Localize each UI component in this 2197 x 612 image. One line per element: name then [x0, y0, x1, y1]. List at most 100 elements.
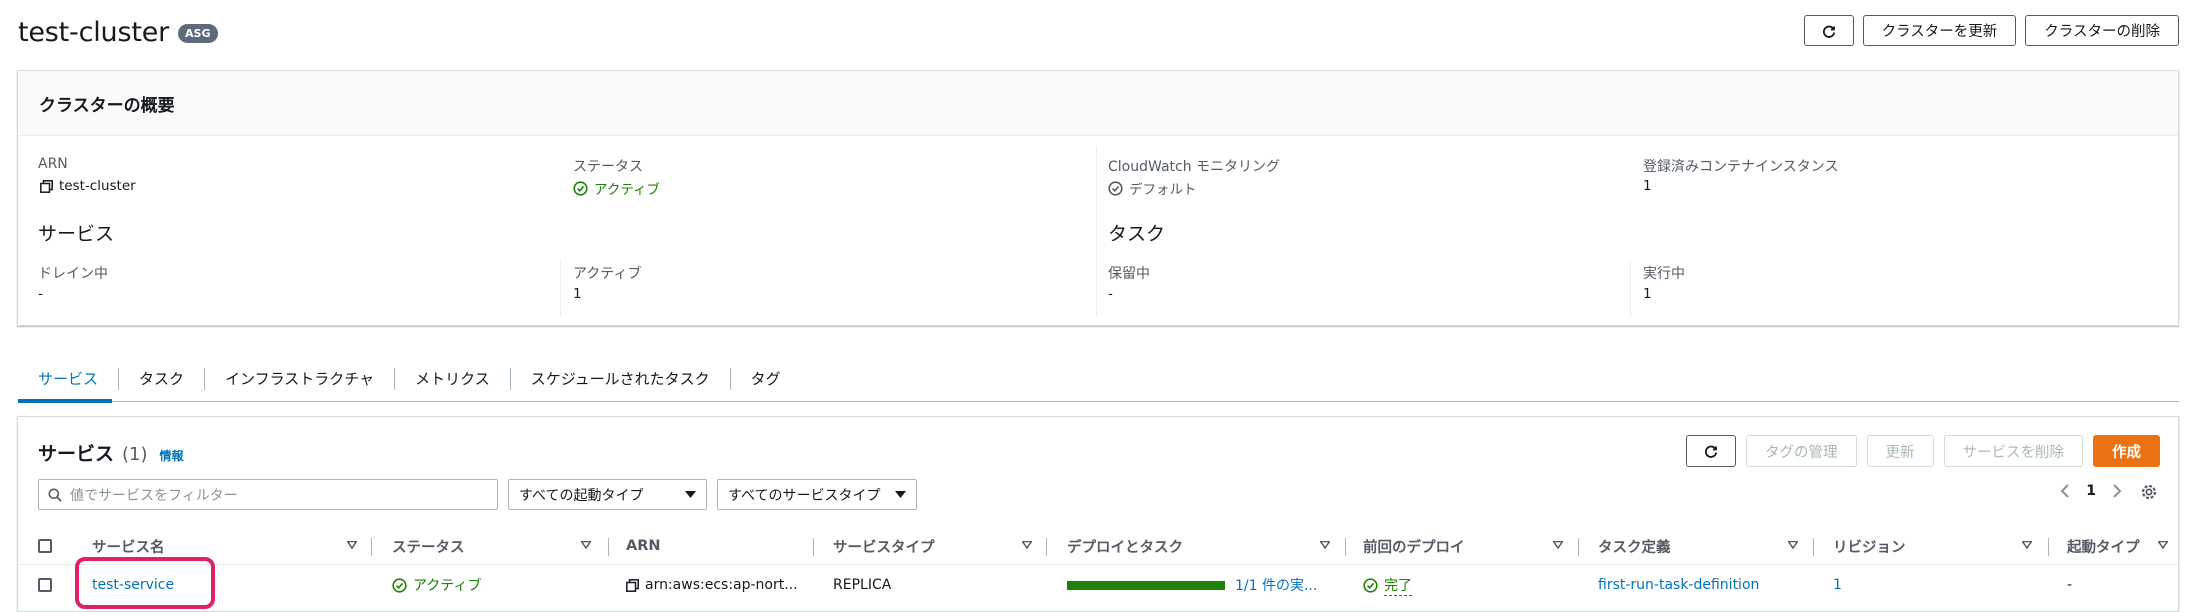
chevron-right-icon[interactable]	[2112, 483, 2122, 499]
sort-caret-icon[interactable]	[1788, 541, 1798, 549]
cluster-tabs: サービス タスク インフラストラクチャ メトリクス スケジュールされたタスク タ…	[18, 356, 2179, 402]
copy-icon[interactable]	[626, 578, 639, 592]
deployment-progress-bar	[1067, 580, 1225, 590]
cluster-overview-panel: クラスターの概要 ARN test-cluster ステータス アクティブ Cl…	[17, 70, 2179, 326]
pagination: 1	[2060, 483, 2122, 499]
delete-service-button[interactable]: サービスを削除	[1943, 435, 2083, 467]
cloudwatch-value: デフォルト	[1108, 178, 1197, 198]
column-separator[interactable]	[2048, 538, 2049, 556]
service-type-value: すべてのサービスタイプ	[728, 487, 881, 504]
column-header-revision[interactable]: リビジョン	[1833, 527, 1906, 565]
asg-badge: ASG	[178, 23, 218, 43]
column-header-arn[interactable]: ARN	[626, 527, 661, 565]
tab-metrics[interactable]: メトリクス	[394, 367, 510, 390]
active-label: アクティブ	[573, 266, 642, 282]
overview-title: クラスターの概要	[39, 95, 175, 116]
tab-tags[interactable]: タグ	[729, 367, 801, 390]
sort-caret-icon[interactable]	[347, 541, 357, 549]
table-header: サービス名 ステータス ARN サービスタイプ デプロイとタスク 前回のデプロイ…	[18, 527, 2178, 565]
pending-value: -	[1108, 286, 1113, 302]
column-header-last-deployment[interactable]: 前回のデプロイ	[1363, 527, 1465, 565]
service-arn: arn:aws:ecs:ap-nort...	[626, 565, 798, 605]
page-title: test-cluster	[18, 16, 170, 48]
update-service-button[interactable]: 更新	[1866, 435, 1934, 467]
row-select-cell	[38, 565, 52, 605]
caret-down-icon	[895, 490, 906, 498]
chevron-left-icon[interactable]	[2060, 483, 2070, 499]
service-status: アクティブ	[392, 565, 481, 605]
service-type-select[interactable]: すべてのサービスタイプ	[717, 479, 917, 510]
column-header-status[interactable]: ステータス	[392, 527, 465, 565]
service-arn-text: arn:aws:ecs:ap-nort...	[645, 577, 798, 593]
services-panel: サービス (1) 情報 タグの管理 更新 サービスを削除 作成 値でサービスをフ…	[17, 416, 2179, 612]
arn-text: test-cluster	[59, 178, 136, 194]
column-header-launch-type[interactable]: 起動タイプ	[2067, 527, 2140, 565]
sort-caret-icon[interactable]	[1553, 541, 1563, 549]
column-separator[interactable]	[1578, 538, 1579, 556]
column-header-task-definition[interactable]: タスク定義	[1598, 527, 1671, 565]
tab-tasks[interactable]: タスク	[118, 367, 204, 390]
cloudwatch-text: デフォルト	[1129, 182, 1197, 198]
sort-caret-icon[interactable]	[2158, 541, 2168, 549]
running-value: 1	[1643, 286, 1652, 302]
cloudwatch-label: CloudWatch モニタリング	[1108, 159, 1281, 175]
refresh-services-button[interactable]	[1686, 435, 1736, 467]
arn-value: test-cluster	[40, 178, 136, 194]
check-circle-icon	[1363, 577, 1378, 593]
services-title: サービス (1) 情報	[38, 439, 184, 466]
service-filter-input[interactable]: 値でサービスをフィルター	[38, 479, 498, 510]
row-checkbox[interactable]	[38, 578, 52, 592]
refresh-cluster-button[interactable]	[1803, 15, 1854, 46]
deployment-tasks-link[interactable]: 1/1 件の実...	[1235, 575, 1317, 595]
column-header-service-type[interactable]: サービスタイプ	[833, 527, 935, 565]
select-all-checkbox[interactable]	[38, 539, 52, 553]
pending-label: 保留中	[1108, 266, 1150, 282]
arn-label: ARN	[38, 156, 68, 172]
status-text: アクティブ	[594, 182, 661, 198]
column-separator[interactable]	[371, 538, 372, 556]
last-deployment-text[interactable]: 完了	[1384, 575, 1412, 596]
caret-down-icon	[685, 490, 696, 498]
services-count: (1)	[122, 444, 148, 465]
services-title-text: サービス	[38, 443, 115, 465]
column-header-deployments-tasks[interactable]: デプロイとタスク	[1067, 527, 1183, 565]
sort-caret-icon[interactable]	[581, 541, 591, 549]
column-separator[interactable]	[608, 538, 609, 556]
delete-cluster-button[interactable]: クラスターの削除	[2025, 15, 2179, 46]
column-separator[interactable]	[1345, 538, 1346, 556]
highlight-annotation	[75, 557, 215, 609]
gear-icon[interactable]	[2140, 483, 2158, 501]
manage-tags-button[interactable]: タグの管理	[1746, 435, 1857, 467]
sort-caret-icon[interactable]	[1320, 541, 1330, 549]
check-circle-icon	[1108, 180, 1123, 196]
services-actions: タグの管理 更新 サービスを削除 作成	[1686, 435, 2160, 467]
sort-caret-icon[interactable]	[1022, 541, 1032, 549]
revision-link[interactable]: 1	[1833, 565, 1842, 605]
column-separator[interactable]	[1046, 538, 1047, 556]
tasks-section-title: タスク	[1108, 223, 1166, 245]
task-definition-link[interactable]: first-run-task-definition	[1598, 565, 1759, 605]
column-divider	[560, 261, 561, 316]
tab-services[interactable]: サービス	[18, 368, 118, 390]
sort-caret-icon[interactable]	[2022, 541, 2032, 549]
column-separator[interactable]	[1813, 538, 1814, 556]
copy-icon[interactable]	[40, 179, 53, 193]
page-number[interactable]: 1	[2086, 483, 2096, 499]
running-label: 実行中	[1643, 266, 1685, 282]
launch-type-value: すべての起動タイプ	[519, 487, 644, 504]
launch-type-select[interactable]: すべての起動タイプ	[508, 479, 707, 510]
section-divider	[1096, 146, 1097, 316]
tab-infrastructure[interactable]: インフラストラクチャ	[204, 367, 394, 390]
table-row: test-service アクティブ arn:aws:ecs:ap-nort..…	[18, 565, 2178, 605]
deployment-tasks: 1/1 件の実...	[1067, 565, 1317, 605]
overview-header: クラスターの概要	[18, 71, 2178, 136]
column-separator[interactable]	[813, 538, 814, 556]
launch-type-value: -	[2067, 577, 2073, 593]
last-deployment: 完了	[1363, 565, 1412, 605]
header-actions: クラスターを更新 クラスターの削除	[1803, 15, 2179, 46]
create-service-button[interactable]: 作成	[2093, 435, 2160, 467]
update-cluster-button[interactable]: クラスターを更新	[1862, 15, 2017, 46]
info-link[interactable]: 情報	[160, 447, 184, 464]
tab-scheduled-tasks[interactable]: スケジュールされたタスク	[509, 367, 730, 390]
column-divider	[1630, 261, 1631, 316]
